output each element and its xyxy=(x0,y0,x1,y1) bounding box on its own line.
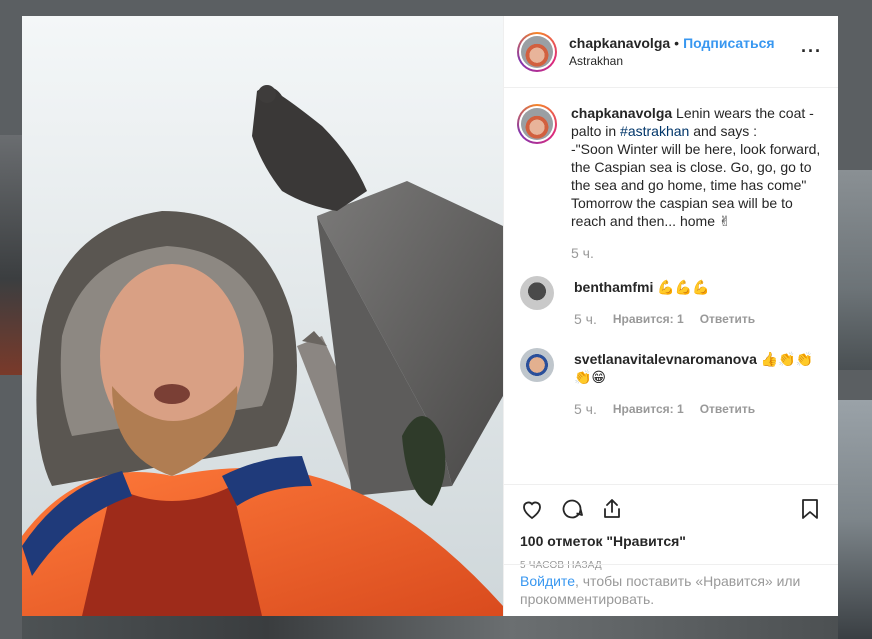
comments-list: chapkanavolga Lenin wears the coat - pal… xyxy=(504,88,838,484)
comment-row: benthamfmi 💪💪💪 5 ч. Нравится: 1 Ответить xyxy=(517,276,822,328)
selfie-with-monument-illustration xyxy=(22,16,503,616)
heart-icon[interactable] xyxy=(520,497,544,521)
comment-icon[interactable] xyxy=(560,497,584,521)
bookmark-icon[interactable] xyxy=(798,497,822,521)
reply-button[interactable]: Ответить xyxy=(700,310,755,328)
caption-username[interactable]: chapkanavolga xyxy=(571,105,672,121)
caption-line-2: -"Soon Winter will be here, look forward… xyxy=(571,141,821,193)
post-modal: chapkanavolga • Подписаться Astrakhan ··· … xyxy=(22,16,838,616)
post-header: chapkanavolga • Подписаться Astrakhan ··· xyxy=(504,16,838,88)
comment-timestamp[interactable]: 5 ч. xyxy=(574,310,597,328)
follow-button[interactable]: Подписаться xyxy=(683,35,775,51)
caption-row: chapkanavolga Lenin wears the coat - pal… xyxy=(517,104,822,262)
feed-image-right-lower xyxy=(838,400,872,639)
caption-line-3: Tomorrow the caspian sea will be to reac… xyxy=(571,195,793,229)
comment-likes[interactable]: Нравится: 1 xyxy=(613,310,684,328)
comment-row: svetlanavitalevnaromanova 👍👏👏👏😁 5 ч. Нра… xyxy=(517,348,822,418)
comment-text: 💪💪💪 xyxy=(657,279,710,295)
commenter-avatar[interactable] xyxy=(520,348,554,382)
caption-avatar[interactable] xyxy=(517,104,557,144)
more-options-icon[interactable]: ··· xyxy=(801,42,822,60)
feed-image-bottom xyxy=(22,616,838,639)
comment-timestamp[interactable]: 5 ч. xyxy=(574,400,597,418)
author-info: chapkanavolga • Подписаться Astrakhan xyxy=(569,35,775,68)
caption-text-part-2: and says : xyxy=(689,123,758,139)
reply-button[interactable]: Ответить xyxy=(700,400,755,418)
feed-image-left xyxy=(0,135,22,375)
separator-dot: • xyxy=(674,35,680,51)
login-prompt: Войдите, чтобы поставить «Нравится» или … xyxy=(504,564,838,616)
post-side-panel: chapkanavolga • Подписаться Astrakhan ··· … xyxy=(503,16,838,616)
action-icons xyxy=(520,485,822,533)
post-photo xyxy=(22,16,503,616)
commenter-avatar[interactable] xyxy=(520,276,554,310)
comment-username[interactable]: benthamfmi xyxy=(574,279,653,295)
likes-count[interactable]: 100 отметок "Нравится" xyxy=(520,533,822,549)
comment-likes[interactable]: Нравится: 1 xyxy=(613,400,684,418)
post-actions: 100 отметок "Нравится" 5 часов назад Вой… xyxy=(504,484,838,616)
author-username[interactable]: chapkanavolga xyxy=(569,35,670,51)
caption-timestamp[interactable]: 5 ч. xyxy=(571,244,594,262)
feed-image-right xyxy=(838,170,872,370)
share-icon[interactable] xyxy=(600,497,624,521)
author-avatar[interactable] xyxy=(517,31,557,72)
login-link[interactable]: Войдите xyxy=(520,573,575,589)
caption-text: chapkanavolga Lenin wears the coat - pal… xyxy=(571,104,822,140)
backdrop-top xyxy=(0,0,872,16)
hashtag-link[interactable]: #astrakhan xyxy=(620,123,689,139)
comment-username[interactable]: svetlanavitalevnaromanova xyxy=(574,351,757,367)
post-location[interactable]: Astrakhan xyxy=(569,54,775,68)
